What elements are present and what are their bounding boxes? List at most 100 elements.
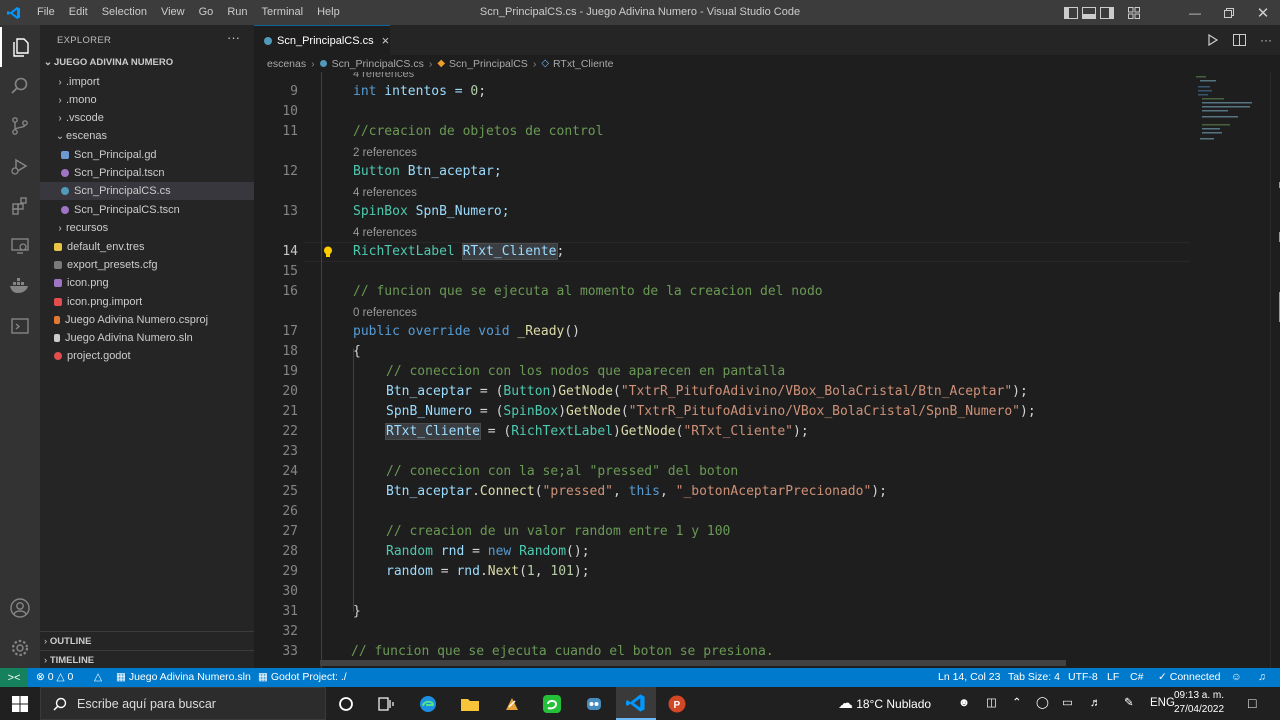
outline-section[interactable]: › OUTLINE [40,631,254,650]
tree-item-sln[interactable]: Juego Adivina Numero.sln [40,329,254,347]
tree-item-recursos[interactable]: › recursos [40,219,254,237]
godot-project-indicator[interactable]: ▦ Godot Project: ./ [258,668,347,687]
menu-help[interactable]: Help [310,0,347,25]
workspace-root[interactable]: ⌄ JUEGO ADIVINA NUMERO [40,54,254,72]
tree-item-import[interactable]: › .import [40,73,254,91]
tab-size[interactable]: Tab Size: 4 [1008,668,1060,687]
minimap[interactable] [1192,72,1272,668]
codelens[interactable]: 4 references [353,183,417,203]
menu-view[interactable]: View [154,0,192,25]
close-window-icon[interactable]: ✕ [1246,0,1280,25]
vscode-taskbar-icon[interactable] [616,687,656,720]
tree-item-icon-png-import[interactable]: icon.png.import [40,293,254,311]
notifications-bell-icon[interactable]: ♫ [1258,668,1266,687]
edge-browser-icon[interactable] [408,687,448,720]
solution-indicator[interactable]: ▦ Juego Adivina Numero.sln [116,668,251,687]
people-icon[interactable]: ☻ [958,687,970,720]
tab-scn-principalcs[interactable]: Scn_PrincipalCS.cs × [254,25,390,55]
remote-explorer-icon[interactable] [0,226,40,266]
tree-item-mono[interactable]: › .mono [40,91,254,109]
tree-item-vscode[interactable]: › .vscode [40,109,254,127]
connection-status[interactable]: ✓ Connected [1158,668,1221,687]
horizontal-scrollbar[interactable] [320,660,1066,666]
source-control-icon[interactable] [0,106,40,146]
code-line-31: } [353,604,361,619]
explorer-icon[interactable] [0,27,40,67]
file-explorer-icon[interactable] [450,687,490,720]
taskbar-search-input[interactable]: Escribe aquí para buscar [40,687,326,720]
task-view-icon[interactable] [366,687,406,720]
class-symbol-icon: ◆ [437,58,446,69]
tree-item-scn-principal-gd[interactable]: Scn_Principal.gd [40,146,254,164]
more-icon[interactable]: ··· [1260,33,1272,47]
run-icon[interactable] [1207,34,1219,46]
windows-start-icon[interactable] [0,687,40,720]
tree-item-project-godot[interactable]: project.godot [40,347,254,365]
breadcrumb-symbol[interactable]: RTxt_Cliente [553,58,614,70]
run-debug-icon[interactable] [0,146,40,186]
minimize-icon[interactable]: — [1178,0,1212,25]
codelens[interactable]: 2 references [353,143,417,163]
flame-icon[interactable]: △ [94,668,102,687]
tree-item-escenas[interactable]: ⌄ escenas [40,127,254,145]
terminal-panel-icon[interactable] [0,306,40,346]
tree-item-export-presets[interactable]: export_presets.cfg [40,256,254,274]
menu-selection[interactable]: Selection [95,0,154,25]
menu-run[interactable]: Run [220,0,254,25]
tree-item-scn-principal-tscn[interactable]: Scn_Principal.tscn [40,164,254,182]
vertical-scrollbar[interactable] [1270,72,1280,668]
lightbulb-icon[interactable] [321,242,335,262]
volume-icon[interactable]: ♬ [1090,687,1102,720]
breadcrumb-class[interactable]: Scn_PrincipalCS [449,58,528,70]
end-of-line[interactable]: LF [1107,668,1119,687]
code-editor[interactable]: 4 references 9 10 11 12 13 14 15 16 17 1… [254,72,1280,668]
toggle-sidebar-icon[interactable] [1064,6,1078,19]
app-icon-green[interactable] [532,687,572,720]
menu-file[interactable]: File [30,0,62,25]
accounts-icon[interactable] [0,588,40,628]
extensions-icon[interactable] [0,186,40,226]
remote-indicator-icon[interactable]: >< [0,668,28,687]
battery-icon[interactable]: ▭ [1062,687,1073,720]
cortana-icon[interactable] [326,687,366,720]
tree-item-csproj[interactable]: Juego Adivina Numero.csproj [40,311,254,329]
docker-icon[interactable] [0,266,40,306]
more-actions-icon[interactable]: ··· [227,30,240,45]
cursor-position[interactable]: Ln 14, Col 23 [938,668,1000,687]
close-tab-icon[interactable]: × [382,33,390,48]
split-editor-icon[interactable] [1233,34,1246,46]
pen-icon[interactable]: ✎ [1124,687,1134,720]
system-clock[interactable]: 09:13 a. m. 27/04/2022 [1172,689,1226,717]
tree-item-icon-png[interactable]: icon.png [40,274,254,292]
weather-widget[interactable]: ☁ 18°C Nublado [838,687,931,720]
menu-go[interactable]: Go [192,0,221,25]
tree-item-scn-principalcs-tscn[interactable]: Scn_PrincipalCS.tscn [40,201,254,219]
tree-item-default-env[interactable]: default_env.tres [40,238,254,256]
powerpoint-icon[interactable]: P [657,687,697,720]
breadcrumb-folder[interactable]: escenas [267,58,306,70]
search-icon[interactable] [0,66,40,106]
problems-indicator[interactable]: ⊗ 0 △ 0 [36,668,73,687]
encoding[interactable]: UTF-8 [1068,668,1098,687]
network-icon[interactable]: ◫ [986,687,997,720]
breadcrumb-file[interactable]: Scn_PrincipalCS.cs [332,58,424,70]
app-icon-yellow[interactable] [492,687,532,720]
language-mode[interactable]: C# [1130,668,1143,687]
restore-icon[interactable] [1212,0,1246,25]
menu-edit[interactable]: Edit [62,0,95,25]
notification-center-icon[interactable]: □ [1248,687,1256,720]
app-tray-icon[interactable]: ◯ [1036,687,1049,720]
codelens[interactable]: 0 references [353,303,417,323]
toggle-secondary-sidebar-icon[interactable] [1100,6,1114,19]
customize-layout-icon[interactable] [1128,6,1140,19]
menu-bar: File Edit Selection View Go Run Terminal… [30,0,347,25]
menu-terminal[interactable]: Terminal [255,0,311,25]
tree-item-scn-principalcs-cs[interactable]: Scn_PrincipalCS.cs [40,182,254,200]
feedback-icon[interactable]: ☺ [1231,668,1242,687]
godot-icon[interactable] [574,687,614,720]
toggle-panel-icon[interactable] [1082,6,1096,19]
show-hidden-icons-icon[interactable]: ⌃ [1012,687,1022,720]
timeline-section[interactable]: › TIMELINE [40,650,254,669]
settings-gear-icon[interactable] [0,628,40,668]
codelens[interactable]: 4 references [353,223,417,243]
